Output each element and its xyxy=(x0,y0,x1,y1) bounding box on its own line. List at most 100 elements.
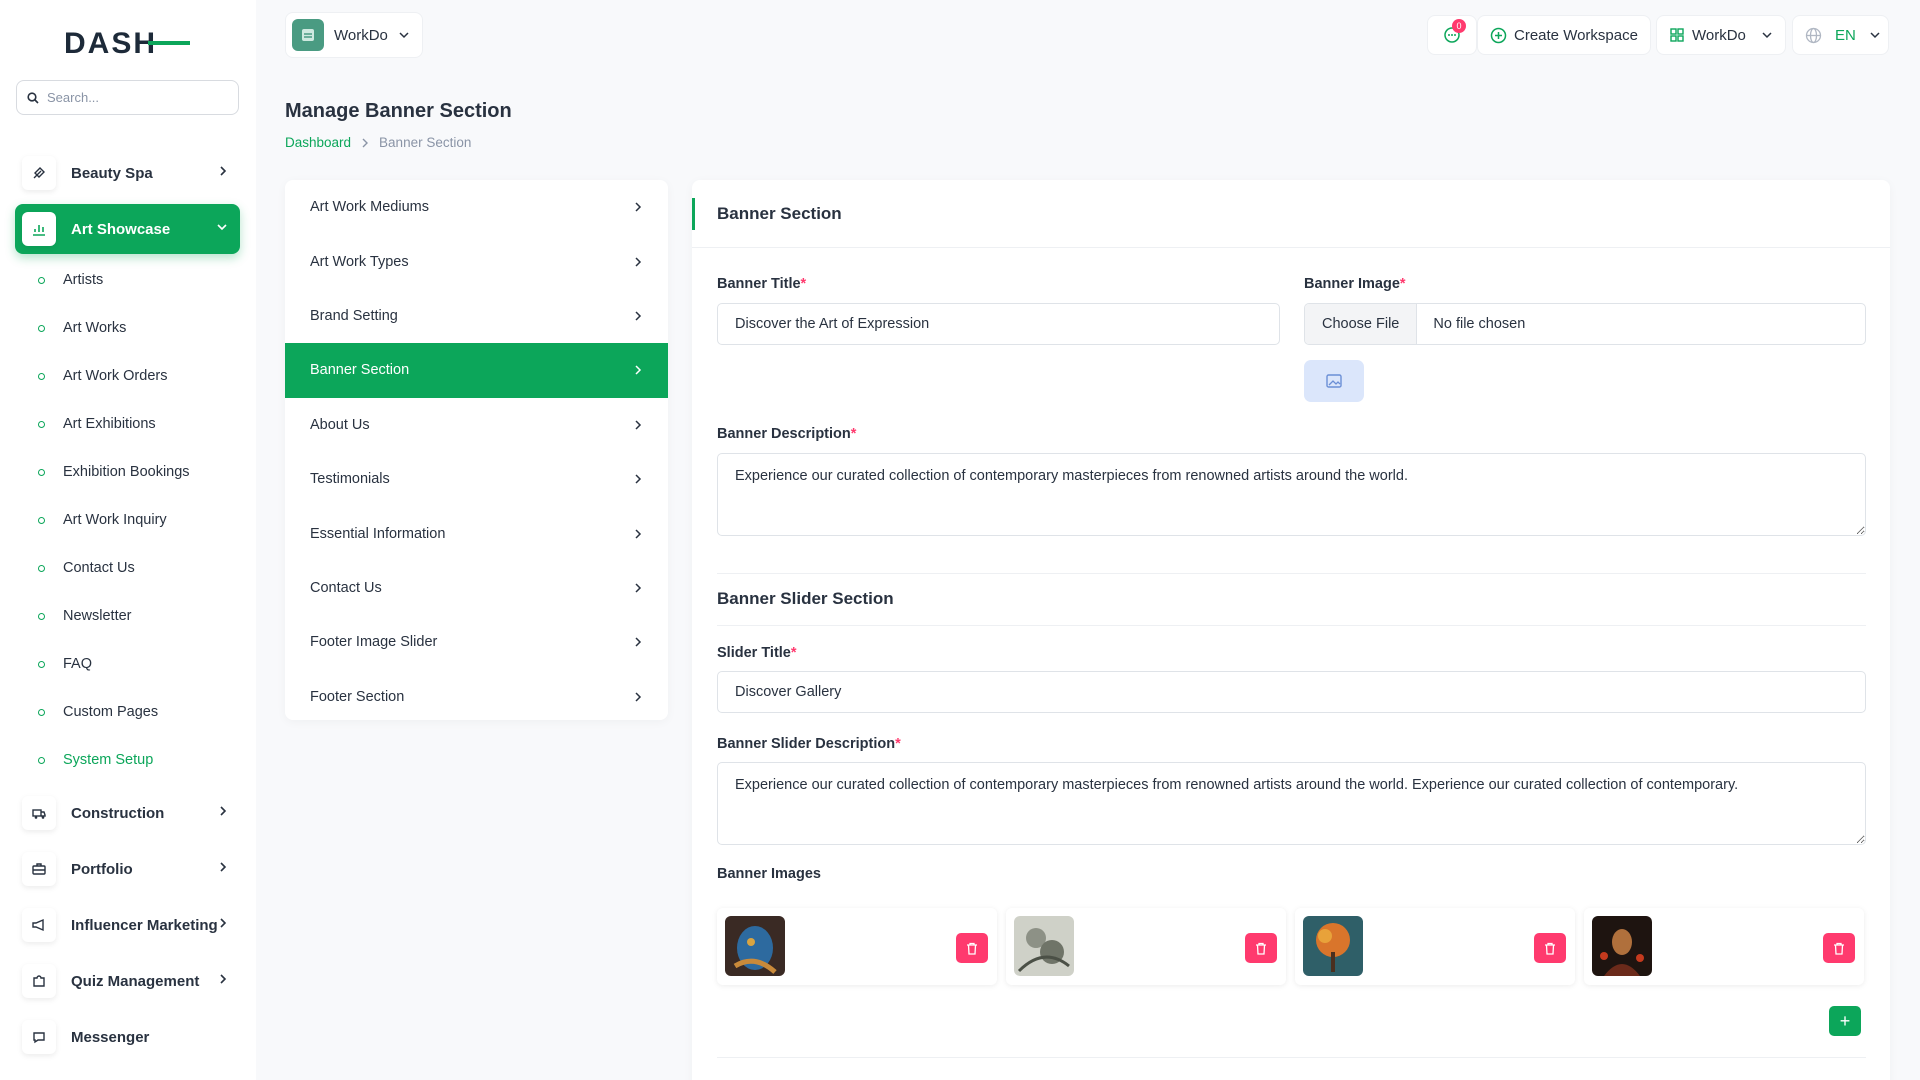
sidebar-subitem-art-work-inquiry[interactable]: Art Work Inquiry xyxy=(38,512,167,528)
sidebar-item-quiz-management[interactable]: Quiz Management xyxy=(15,956,240,1006)
settings-menu: Art Work Mediums Art Work Types Brand Se… xyxy=(285,180,668,720)
truck-icon xyxy=(22,796,56,830)
banner-image-thumbnail[interactable] xyxy=(1303,916,1363,976)
sidebar-item-label: Art Showcase xyxy=(71,220,171,238)
sidebar-item-art-showcase[interactable]: Art Showcase xyxy=(15,204,240,254)
slider-title-label: Slider Title* xyxy=(717,645,797,661)
sidebar-search[interactable] xyxy=(16,80,239,115)
sidebar-item-portfolio[interactable]: Portfolio xyxy=(15,844,240,894)
banner-image-item xyxy=(1006,908,1286,985)
chevron-right-icon xyxy=(633,310,643,322)
chevron-down-icon xyxy=(1761,29,1773,41)
slider-description-textarea[interactable]: Experience our curated collection of con… xyxy=(717,762,1866,845)
banner-image-item xyxy=(717,908,997,985)
sidebar-item-construction[interactable]: Construction xyxy=(15,788,240,838)
image-icon xyxy=(1326,374,1342,388)
sidebar-subitem-artists[interactable]: Artists xyxy=(38,272,103,288)
sidebar-subitem-newsletter[interactable]: Newsletter xyxy=(38,608,132,624)
chevron-right-icon xyxy=(218,805,228,817)
trash-icon xyxy=(1544,942,1556,955)
workspace-switch-button[interactable]: WorkDo xyxy=(1656,15,1786,55)
plus-circle-icon xyxy=(1490,27,1507,44)
banner-image-thumbnail[interactable] xyxy=(1014,916,1074,976)
messages-button[interactable]: 0 xyxy=(1427,15,1477,55)
chevron-down-icon xyxy=(216,221,228,233)
banner-image-preview[interactable] xyxy=(1304,360,1364,402)
card-title: Banner Section xyxy=(717,203,842,223)
banner-description-textarea[interactable]: Experience our curated collection of con… xyxy=(717,453,1866,536)
search-input[interactable] xyxy=(47,90,227,105)
workspace-avatar xyxy=(292,19,324,51)
globe-icon xyxy=(1805,27,1822,44)
sidebar-item-influencer-marketing[interactable]: Influencer Marketing xyxy=(15,900,240,950)
menu-item-essential-information[interactable]: Essential Information xyxy=(285,506,668,560)
sidebar-subitem-exhibition-bookings[interactable]: Exhibition Bookings xyxy=(38,464,190,480)
chevron-down-icon xyxy=(398,29,410,41)
sidebar-item-messenger[interactable]: Messenger xyxy=(15,1012,240,1062)
breadcrumb: Dashboard Banner Section xyxy=(285,135,471,150)
chevron-right-icon xyxy=(218,861,228,873)
delete-image-button[interactable] xyxy=(956,933,988,963)
menu-item-brand-setting[interactable]: Brand Setting xyxy=(285,289,668,343)
menu-item-about-us[interactable]: About Us xyxy=(285,398,668,452)
chevron-right-icon xyxy=(633,364,643,376)
slider-description-label: Banner Slider Description* xyxy=(717,736,901,752)
card-header: Banner Section xyxy=(692,180,1890,248)
language-selector[interactable]: EN xyxy=(1792,15,1889,55)
banner-images-label: Banner Images xyxy=(717,866,821,882)
add-image-button[interactable]: + xyxy=(1829,1006,1861,1036)
trash-icon xyxy=(966,942,978,955)
chevron-right-icon xyxy=(361,138,369,148)
sidebar-subitem-faq[interactable]: FAQ xyxy=(38,656,92,672)
banner-image-thumbnail[interactable] xyxy=(1592,916,1652,976)
menu-item-footer-image-slider[interactable]: Footer Image Slider xyxy=(285,615,668,669)
create-workspace-button[interactable]: Create Workspace xyxy=(1477,15,1651,55)
banner-image-thumbnail[interactable] xyxy=(725,916,785,976)
menu-item-art-work-types[interactable]: Art Work Types xyxy=(285,234,668,288)
sidebar-subitem-art-works[interactable]: Art Works xyxy=(38,320,126,336)
chevron-right-icon xyxy=(633,256,643,268)
banner-description-label: Banner Description* xyxy=(717,426,857,442)
menu-item-art-work-mediums[interactable]: Art Work Mediums xyxy=(285,180,668,234)
brush-icon xyxy=(22,156,56,190)
chevron-right-icon xyxy=(218,165,228,177)
sidebar-subitem-contact-us[interactable]: Contact Us xyxy=(38,560,135,576)
banner-image-label: Banner Image* xyxy=(1304,276,1406,292)
menu-item-contact-us[interactable]: Contact Us xyxy=(285,561,668,615)
sidebar-subitem-system-setup[interactable]: System Setup xyxy=(38,752,153,768)
banner-title-input[interactable] xyxy=(717,303,1280,345)
sidebar-subitem-custom-pages[interactable]: Custom Pages xyxy=(38,704,158,720)
chat-icon xyxy=(22,1020,56,1054)
dash-logo[interactable]: DASH xyxy=(64,28,190,58)
chevron-right-icon xyxy=(633,201,643,213)
file-status: No file chosen xyxy=(1433,316,1526,332)
page-title: Manage Banner Section xyxy=(285,100,512,122)
workspace-selector[interactable]: WorkDo xyxy=(285,12,423,58)
sidebar-item-beauty-spa[interactable]: Beauty Spa xyxy=(15,148,240,198)
banner-section-card: Banner Section Banner Title* Banner Imag… xyxy=(692,180,1890,1080)
delete-image-button[interactable] xyxy=(1534,933,1566,963)
breadcrumb-current: Banner Section xyxy=(379,135,472,150)
slider-title-input[interactable] xyxy=(717,671,1866,713)
chevron-right-icon xyxy=(633,473,643,485)
banner-image-item xyxy=(1584,908,1864,985)
sidebar: DASH Beauty Spa Art Showcase Artists Art… xyxy=(0,0,256,1080)
banner-title-label: Banner Title* xyxy=(717,276,807,292)
trash-icon xyxy=(1833,942,1845,955)
menu-item-banner-section[interactable]: Banner Section xyxy=(285,343,668,398)
chevron-right-icon xyxy=(633,419,643,431)
menu-item-footer-section[interactable]: Footer Section xyxy=(285,670,668,720)
chevron-right-icon xyxy=(633,582,643,594)
sidebar-subitem-art-exhibitions[interactable]: Art Exhibitions xyxy=(38,416,156,432)
chevron-right-icon xyxy=(218,917,228,929)
breadcrumb-dashboard[interactable]: Dashboard xyxy=(285,135,351,150)
delete-image-button[interactable] xyxy=(1245,933,1277,963)
sidebar-subitem-art-work-orders[interactable]: Art Work Orders xyxy=(38,368,167,384)
slider-section-title: Banner Slider Section xyxy=(717,589,894,608)
search-icon xyxy=(27,91,39,104)
delete-image-button[interactable] xyxy=(1823,933,1855,963)
banner-image-file-input[interactable]: Choose File No file chosen xyxy=(1304,303,1866,345)
menu-item-testimonials[interactable]: Testimonials xyxy=(285,452,668,506)
chevron-down-icon xyxy=(1869,29,1881,41)
choose-file-button[interactable]: Choose File xyxy=(1305,304,1418,344)
